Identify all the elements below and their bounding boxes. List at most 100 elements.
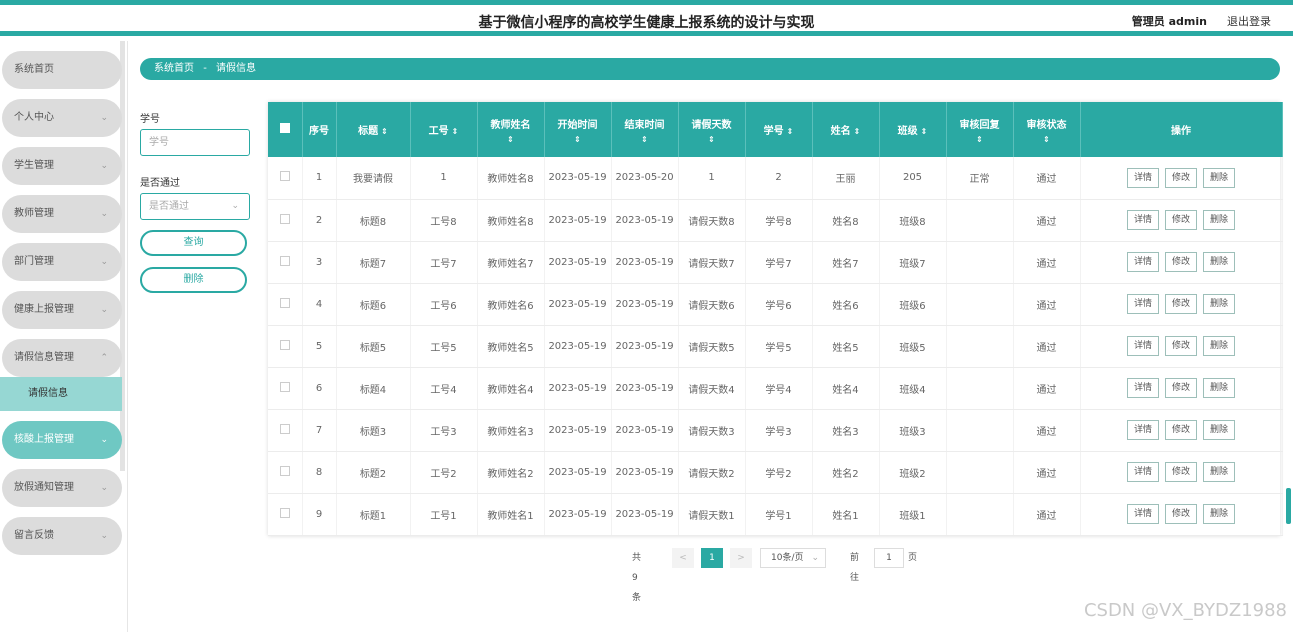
sort-icon[interactable]: ⇕ bbox=[787, 127, 794, 136]
query-button[interactable]: 查询 bbox=[140, 230, 247, 256]
sidebar-item-students[interactable]: 学生管理 ⌄ bbox=[2, 147, 122, 185]
cell-teacher-name: 教师姓名4 bbox=[477, 367, 545, 410]
delete-button[interactable]: 删除 bbox=[1203, 504, 1235, 524]
sidebar-subitem-leave-info[interactable]: 请假信息 bbox=[0, 377, 122, 411]
row-select-cell[interactable] bbox=[268, 157, 303, 200]
delete-button[interactable]: 删除 bbox=[1203, 210, 1235, 230]
sidebar-item-feedback[interactable]: 留言反馈 ⌄ bbox=[2, 517, 122, 555]
col-name[interactable]: 姓名 ⇕ bbox=[812, 102, 880, 157]
row-select-cell[interactable] bbox=[268, 409, 303, 452]
sort-icon[interactable]: ⇕ bbox=[452, 127, 459, 136]
row-select-cell[interactable] bbox=[268, 493, 303, 536]
row-checkbox[interactable] bbox=[279, 255, 290, 266]
delete-button[interactable]: 删除 bbox=[1203, 252, 1235, 272]
row-select-cell[interactable] bbox=[268, 199, 303, 242]
cell-class: 班级8 bbox=[879, 199, 947, 242]
detail-button[interactable]: 详情 bbox=[1127, 294, 1159, 314]
sidebar-item-home[interactable]: 系统首页 bbox=[2, 51, 122, 89]
row-checkbox[interactable] bbox=[279, 423, 290, 434]
delete-button[interactable]: 删除 bbox=[1203, 336, 1235, 356]
approved-select[interactable]: 是否通过 ⌄ bbox=[140, 193, 250, 220]
next-page-button[interactable]: > bbox=[730, 548, 752, 568]
row-checkbox[interactable] bbox=[279, 465, 290, 476]
cell-index: 5 bbox=[302, 325, 337, 368]
col-work-no[interactable]: 工号 ⇕ bbox=[410, 102, 478, 157]
sort-icon[interactable]: ⇕ bbox=[921, 127, 928, 136]
edit-button[interactable]: 修改 bbox=[1165, 336, 1197, 356]
col-class[interactable]: 班级 ⇕ bbox=[879, 102, 947, 157]
edit-button[interactable]: 修改 bbox=[1165, 167, 1197, 188]
col-start-time[interactable]: 开始时间 ⇕ bbox=[544, 102, 612, 157]
delete-button[interactable]: 删除 bbox=[1203, 167, 1235, 188]
row-checkbox[interactable] bbox=[279, 381, 290, 392]
col-reply[interactable]: 审核回复 ⇕ bbox=[946, 102, 1014, 157]
select-all-header[interactable] bbox=[268, 102, 303, 157]
student-no-input[interactable]: 学号 bbox=[140, 129, 250, 156]
prev-page-button[interactable]: < bbox=[672, 548, 694, 568]
detail-button[interactable]: 详情 bbox=[1127, 378, 1159, 398]
row-select-cell[interactable] bbox=[268, 367, 303, 410]
page-1-button[interactable]: 1 bbox=[701, 548, 723, 568]
edit-button[interactable]: 修改 bbox=[1165, 504, 1197, 524]
sort-icon[interactable]: ⇕ bbox=[1014, 135, 1080, 144]
row-checkbox[interactable] bbox=[279, 297, 290, 308]
sort-icon[interactable]: ⇕ bbox=[854, 127, 861, 136]
select-all-checkbox[interactable] bbox=[279, 123, 290, 133]
delete-button[interactable]: 删除 bbox=[1203, 462, 1235, 482]
sort-icon[interactable]: ⇕ bbox=[947, 135, 1013, 144]
sidebar-item-health-report[interactable]: 健康上报管理 ⌄ bbox=[2, 291, 122, 329]
sort-icon[interactable]: ⇕ bbox=[679, 135, 745, 144]
sidebar-item-leave-info[interactable]: 请假信息管理 ⌃ bbox=[2, 339, 122, 377]
page-scrollbar[interactable] bbox=[1286, 488, 1291, 524]
col-leave-days[interactable]: 请假天数 ⇕ bbox=[678, 102, 746, 157]
edit-button[interactable]: 修改 bbox=[1165, 294, 1197, 314]
col-status[interactable]: 审核状态 ⇕ bbox=[1013, 102, 1081, 157]
detail-button[interactable]: 详情 bbox=[1127, 210, 1159, 230]
sidebar-item-nucleic-report[interactable]: 核酸上报管理 ⌄ bbox=[2, 421, 122, 459]
sort-icon[interactable]: ⇕ bbox=[478, 135, 544, 144]
detail-button[interactable]: 详情 bbox=[1127, 252, 1159, 272]
delete-button[interactable]: 删除 bbox=[1203, 294, 1235, 314]
sort-icon[interactable]: ⇕ bbox=[612, 135, 678, 144]
col-end-time[interactable]: 结束时间 ⇕ bbox=[611, 102, 679, 157]
row-select-cell[interactable] bbox=[268, 241, 303, 284]
col-teacher-name[interactable]: 教师姓名 ⇕ bbox=[477, 102, 545, 157]
edit-button[interactable]: 修改 bbox=[1165, 378, 1197, 398]
delete-button[interactable]: 删除 bbox=[1203, 420, 1235, 440]
edit-button[interactable]: 修改 bbox=[1165, 420, 1197, 440]
detail-button[interactable]: 详情 bbox=[1127, 336, 1159, 356]
row-actions: 详情 修改 删除 bbox=[1080, 241, 1283, 284]
delete-button[interactable]: 删除 bbox=[1203, 378, 1235, 398]
row-select-cell[interactable] bbox=[268, 451, 303, 494]
detail-button[interactable]: 详情 bbox=[1127, 420, 1159, 440]
delete-selected-button[interactable]: 删除 bbox=[140, 267, 247, 293]
row-checkbox[interactable] bbox=[279, 171, 290, 182]
detail-button[interactable]: 详情 bbox=[1127, 462, 1159, 482]
sidebar-item-personal-center[interactable]: 个人中心 ⌄ bbox=[2, 99, 122, 137]
cell-start-time: 2023-05-19 bbox=[544, 451, 612, 494]
breadcrumb-home[interactable]: 系统首页 bbox=[154, 63, 194, 74]
logout-link[interactable]: 退出登录 bbox=[1227, 13, 1271, 29]
sidebar-item-departments[interactable]: 部门管理 ⌄ bbox=[2, 243, 122, 281]
detail-button[interactable]: 详情 bbox=[1127, 504, 1159, 524]
goto-page-input[interactable]: 1 bbox=[874, 548, 904, 568]
sidebar-item-teachers[interactable]: 教师管理 ⌄ bbox=[2, 195, 122, 233]
cell-reply bbox=[946, 493, 1014, 536]
sidebar-item-label: 健康上报管理 bbox=[14, 304, 74, 315]
row-checkbox[interactable] bbox=[279, 213, 290, 224]
sidebar-item-holiday-notice[interactable]: 放假通知管理 ⌄ bbox=[2, 469, 122, 507]
sort-icon[interactable]: ⇕ bbox=[381, 127, 388, 136]
edit-button[interactable]: 修改 bbox=[1165, 462, 1197, 482]
edit-button[interactable]: 修改 bbox=[1165, 210, 1197, 230]
row-checkbox[interactable] bbox=[279, 507, 290, 518]
row-select-cell[interactable] bbox=[268, 325, 303, 368]
col-title[interactable]: 标题 ⇕ bbox=[336, 102, 411, 157]
col-student-no[interactable]: 学号 ⇕ bbox=[745, 102, 813, 157]
row-checkbox[interactable] bbox=[279, 339, 290, 350]
detail-button[interactable]: 详情 bbox=[1127, 167, 1159, 188]
sort-icon[interactable]: ⇕ bbox=[545, 135, 611, 144]
row-select-cell[interactable] bbox=[268, 283, 303, 326]
page-size-select[interactable]: 10条/页 ⌄ bbox=[760, 548, 826, 568]
edit-button[interactable]: 修改 bbox=[1165, 252, 1197, 272]
cell-name: 姓名3 bbox=[812, 409, 880, 452]
